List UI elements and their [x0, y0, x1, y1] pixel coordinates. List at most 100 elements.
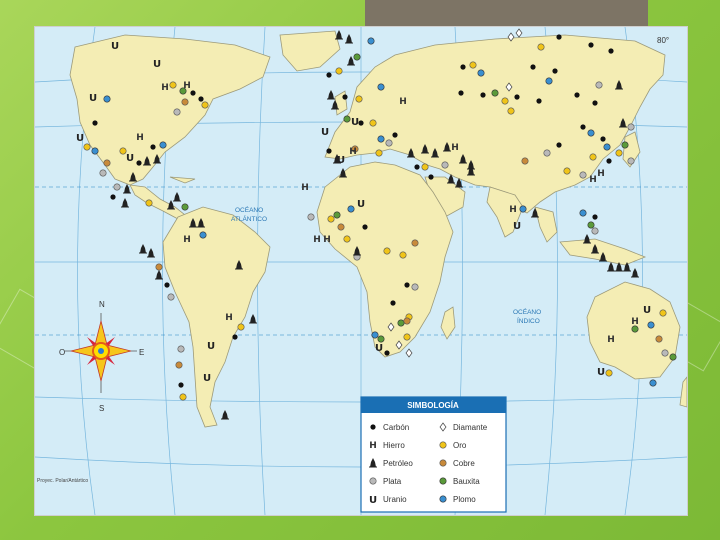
marker-carbon	[150, 144, 156, 150]
marker-carbon	[190, 90, 196, 96]
compass-south: S	[99, 404, 104, 413]
marker-plomo	[159, 141, 167, 149]
marker-plata	[385, 139, 393, 147]
legend-symbol-plomo	[439, 495, 447, 503]
marker-plata	[661, 349, 669, 357]
marker-bauxita	[669, 353, 677, 361]
ocean-atlantic-line1: OCÉANO	[235, 205, 263, 214]
legend-symbol-bauxita	[439, 477, 447, 485]
marker-oro	[537, 43, 545, 51]
marker-hierro	[597, 169, 605, 179]
marker-bauxita	[377, 335, 385, 343]
marker-bauxita	[397, 319, 405, 327]
marker-hierro	[183, 235, 191, 245]
marker-carbon	[390, 300, 396, 306]
marker-plata	[591, 227, 599, 235]
compass-west: O	[59, 348, 65, 357]
marker-uranio	[75, 133, 85, 144]
marker-oro	[589, 153, 597, 161]
marker-carbon	[358, 120, 364, 126]
marker-bauxita	[181, 203, 189, 211]
marker-plomo	[649, 379, 657, 387]
marker-uranio	[152, 59, 162, 70]
marker-uranio	[512, 221, 522, 232]
marker-plomo	[91, 147, 99, 155]
marker-oro	[383, 247, 391, 255]
marker-uranio	[596, 367, 606, 378]
marker-plata	[177, 345, 185, 353]
marker-carbon	[606, 158, 612, 164]
marker-carbon	[458, 90, 464, 96]
marker-carbon	[574, 92, 580, 98]
legend-symbol-plata	[369, 477, 377, 485]
marker-carbon	[404, 282, 410, 288]
marker-carbon	[110, 194, 116, 200]
marker-plomo	[199, 231, 207, 239]
marker-plomo	[579, 209, 587, 217]
marker-hierro	[589, 175, 597, 185]
marker-oro	[501, 97, 509, 105]
marker-oro	[605, 369, 613, 377]
marker-oro	[145, 199, 153, 207]
legend-label-carbon: Carbón	[383, 423, 409, 432]
marker-plomo	[347, 205, 355, 213]
marker-carbon	[514, 94, 520, 100]
marker-cobre	[337, 223, 345, 231]
marker-plata	[595, 81, 603, 89]
marker-bauxita	[353, 53, 361, 61]
marker-hierro	[349, 147, 357, 157]
marker-oro	[119, 147, 127, 155]
marker-hierro	[301, 183, 309, 193]
marker-uranio	[202, 373, 212, 384]
marker-oro	[469, 61, 477, 69]
marker-uranio	[125, 153, 135, 164]
legend: SIMBOLOGÍA Carbón Hierro Petróleo Plata Uran…	[360, 396, 507, 513]
marker-plata	[543, 149, 551, 157]
legend-label-hierro: Hierro	[383, 441, 405, 450]
marker-hierro	[509, 205, 517, 215]
marker-carbon	[198, 96, 204, 102]
marker-carbon	[428, 174, 434, 180]
ocean-indian-line1: OCÉANO	[513, 307, 541, 316]
marker-hierro	[399, 97, 407, 107]
marker-oro	[403, 333, 411, 341]
marker-carbon	[480, 92, 486, 98]
marker-plomo	[477, 69, 485, 77]
legend-label-petroleo: Petróleo	[383, 459, 413, 468]
marker-carbon	[556, 142, 562, 148]
legend-label-uranio: Uranio	[383, 495, 407, 504]
marker-plomo	[603, 143, 611, 151]
marker-plomo	[545, 77, 553, 85]
marker-plomo	[587, 129, 595, 137]
marker-cobre	[521, 157, 529, 165]
marker-carbon	[92, 120, 98, 126]
marker-carbon	[536, 98, 542, 104]
marker-plomo	[377, 83, 385, 91]
marker-plata	[99, 169, 107, 177]
marker-oro	[237, 323, 245, 331]
marker-carbon	[164, 282, 170, 288]
marker-carbon	[414, 164, 420, 170]
marker-carbon	[600, 136, 606, 142]
marker-plata	[307, 213, 315, 221]
marker-hierro	[161, 83, 169, 93]
marker-oro	[615, 149, 623, 157]
marker-oro	[355, 95, 363, 103]
marker-hierro	[313, 235, 321, 245]
marker-oro	[343, 235, 351, 243]
marker-plomo	[367, 37, 375, 45]
marker-plata	[627, 123, 635, 131]
legend-symbol-carbon	[370, 424, 376, 430]
marker-oro	[201, 101, 209, 109]
marker-hierro	[136, 133, 144, 143]
marker-plomo	[103, 95, 111, 103]
marker-plomo	[377, 135, 385, 143]
marker-plata	[173, 108, 181, 116]
marker-plomo	[519, 205, 527, 213]
marker-carbon	[136, 160, 142, 166]
marker-uranio	[110, 41, 120, 52]
legend-label-plata: Plata	[383, 477, 402, 486]
marker-hierro	[323, 235, 331, 245]
legend-symbol-oro	[439, 441, 447, 449]
marker-plata	[441, 161, 449, 169]
